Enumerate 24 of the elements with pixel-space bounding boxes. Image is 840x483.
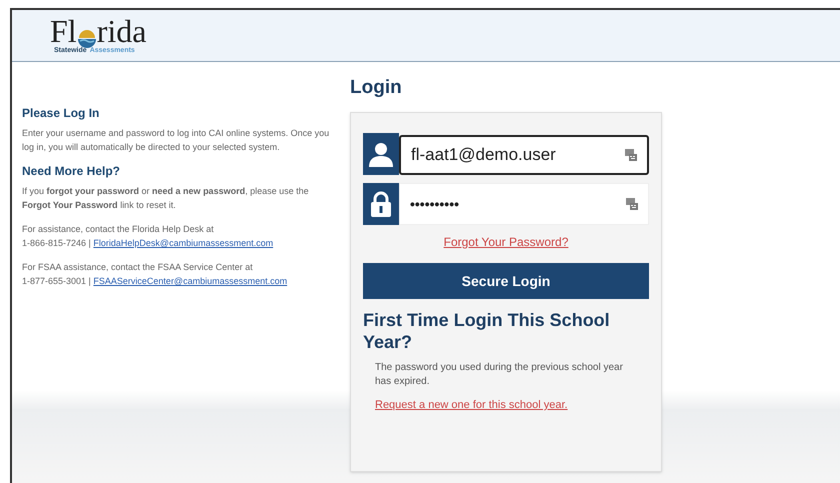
secure-login-button[interactable]: Secure Login <box>363 263 649 299</box>
contact-paragraph: For assistance, contact the Florida Help Desk at 1-866-815-7246 | FloridaHelpDesk@cambiumassessment.com <box>22 223 274 250</box>
login-title: Login <box>350 76 403 100</box>
section-heading: Please Log In <box>22 106 100 120</box>
email-link[interactable]: FloridaHelpDesk@cambiumassessment.com <box>93 238 274 248</box>
first-time-heading: First Time Login This School Year? <box>363 309 611 353</box>
forgot-password-link[interactable]: Forgot Your Password? <box>444 233 568 251</box>
logo-text: Fl <box>50 16 77 46</box>
user-icon <box>368 141 394 167</box>
keyboard-icon <box>626 198 638 210</box>
field-value: •••••••••• <box>410 194 460 214</box>
intro-paragraph: Enter your username and password to log into CAI online systems. Once you log in, you will automatically be directed to your selected system. <box>22 127 330 154</box>
expired-paragraph: The password you used during the previous school year has expired. <box>375 361 624 389</box>
section-heading: Need More Help? <box>22 164 122 178</box>
logo-text: rida <box>96 16 146 46</box>
email-link[interactable]: FSAAServiceCenter@cambiumassessment.com <box>93 276 288 286</box>
request-password-link[interactable]: Request a new one for this school year. <box>375 397 568 414</box>
help-paragraph: If you forgot your password or need a new password, please use the Forgot Your Password link to reset it. <box>22 185 310 212</box>
contact-paragraph: For FSAA assistance, contact the FSAA Service Center at 1-877-655-3001 | FSAAServiceCenter@cambiumassessment.com <box>22 261 288 288</box>
field-value: fl-aat1@demo.user <box>411 144 556 166</box>
username-field[interactable]: fl-aat1@demo.user <box>399 135 649 175</box>
password-field[interactable]: •••••••••• <box>399 183 649 225</box>
lock-icon <box>370 191 392 217</box>
keyboard-icon <box>625 149 637 161</box>
